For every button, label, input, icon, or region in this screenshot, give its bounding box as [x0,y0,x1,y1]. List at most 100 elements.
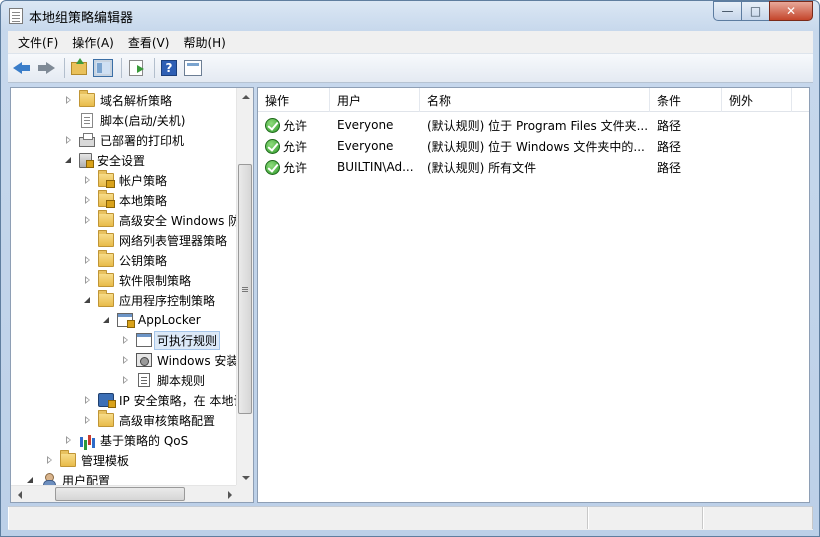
list-row[interactable]: 允许 BUILTIN\Ad... (默认规则) 所有文件 路径 [258,157,809,177]
tree-node-label: 高级安全 Windows 防 [119,213,238,228]
close-button[interactable]: ✕ [769,1,813,21]
action-cell: 允许 [258,138,330,155]
folder-icon [60,450,76,467]
expand-arrow-icon[interactable] [63,135,73,145]
column-header-exception[interactable]: 例外 [722,88,792,112]
tree-node[interactable]: 高级审核策略配置 [82,410,215,430]
tree-node-label: 基于策略的 QoS [100,433,189,448]
allow-check-icon [265,138,280,154]
expand-arrow-icon[interactable] [120,355,130,365]
expand-arrow-icon[interactable] [82,195,92,205]
column-header-name[interactable]: 名称 [420,88,650,112]
expand-arrow-icon[interactable] [82,415,92,425]
expand-arrow-icon[interactable] [63,95,73,105]
tree-node[interactable]: 应用程序控制策略 [82,290,215,310]
back-arrow-icon[interactable] [12,58,32,78]
expand-arrow-icon[interactable] [44,455,54,465]
minimize-button[interactable]: — [713,1,741,21]
folder-icon [98,230,114,247]
tree-node[interactable]: 用户配置 [25,470,110,486]
tree-node[interactable]: 网络列表管理器策略 [82,230,227,250]
tree-node[interactable]: 可执行规则 [120,330,221,350]
collapse-arrow-icon[interactable] [82,295,92,305]
expand-arrow-icon[interactable] [82,215,92,225]
tree-node[interactable]: 域名解析策略 [63,90,172,110]
expand-arrow-icon[interactable] [82,175,92,185]
tree-node[interactable]: 脚本规则 [120,370,205,390]
expand-arrow-icon[interactable] [120,375,130,385]
toolbar-separator [121,58,122,78]
user-cell: BUILTIN\Ad... [337,160,414,174]
expand-arrow-icon[interactable] [82,275,92,285]
tree-vertical-scrollbar[interactable] [236,88,253,486]
folder-icon [98,290,114,307]
expand-arrow-icon[interactable] [63,435,73,445]
applocker-icon [117,313,135,328]
help-icon[interactable]: ? [159,58,179,78]
scroll-thumb[interactable] [238,164,252,414]
maximize-button[interactable]: □ [741,1,769,21]
action-cell: 允许 [258,159,330,176]
up-folder-icon[interactable] [69,57,89,78]
show-hide-tree-icon[interactable] [93,58,113,78]
installer-icon [136,353,152,367]
menu-view[interactable]: 查看(V) [122,32,176,53]
condition-cell: 路径 [657,118,682,133]
condition-cell: 路径 [657,160,682,175]
action-cell: 允许 [258,117,330,134]
tree-node-label: 可执行规则 [154,330,221,350]
tree-node[interactable]: 安全设置 [63,150,145,170]
menu-file[interactable]: 文件(F) [12,32,64,53]
scroll-down-button[interactable] [237,469,253,486]
main-window: 本地组策略编辑器 — □ ✕ 文件(F) 操作(A) 查看(V) 帮助(H) ?… [0,0,820,537]
tree-node-label: 安全设置 [97,153,146,168]
scroll-up-button[interactable] [237,88,253,105]
name-cell: (默认规则) 位于 Program Files 文件夹... [427,118,649,133]
tree-node[interactable]: 已部署的打印机 [63,130,184,150]
tree-node[interactable]: 本地策略 [82,190,167,210]
app-icon [9,8,23,24]
collapse-arrow-icon[interactable] [101,315,111,325]
column-header-condition[interactable]: 条件 [650,88,722,112]
action-text: 允许 [283,118,308,133]
column-header-user[interactable]: 用户 [330,88,420,112]
security-settings-icon [79,152,94,168]
collapse-arrow-icon[interactable] [25,475,35,485]
export-list-icon[interactable] [126,58,146,78]
tree-node[interactable]: 公钥策略 [82,250,167,270]
tree-node-label: Windows 安装 [157,353,238,368]
script-document-icon [81,112,93,128]
forward-arrow-icon[interactable] [36,58,56,78]
scroll-thumb[interactable] [55,487,185,501]
menu-help[interactable]: 帮助(H) [177,32,231,53]
list-row[interactable]: 允许 Everyone (默认规则) 位于 Windows 文件夹中的... 路… [258,136,809,156]
tree-pane: 域名解析策略脚本(启动/关机) 已部署的打印机 安全设置帐户策略本地策略高级安全 W… [10,87,254,503]
title-bar[interactable]: 本地组策略编辑器 — □ ✕ [1,1,819,31]
list-row[interactable]: 允许 Everyone (默认规则) 位于 Program Files 文件夹.… [258,115,809,135]
tree-node[interactable]: Windows 安装 [120,350,238,370]
tree-node-label: 已部署的打印机 [100,133,185,148]
expand-arrow-icon[interactable] [82,255,92,265]
expand-arrow-icon[interactable] [82,395,92,405]
collapse-arrow-icon[interactable] [63,155,73,165]
tree-node[interactable]: 软件限制策略 [82,270,191,290]
menu-action[interactable]: 操作(A) [66,32,120,53]
tree-node[interactable]: 帐户策略 [82,170,167,190]
tree-node[interactable]: 脚本(启动/关机) [63,110,185,130]
tree-node[interactable]: 基于策略的 QoS [63,430,188,450]
scroll-left-button[interactable] [11,486,28,502]
column-header-action[interactable]: 操作 [258,88,330,112]
tree-node[interactable]: IP 安全策略，在 本地计 [82,390,238,410]
tree-node[interactable]: AppLocker [101,310,201,330]
expand-arrow-icon[interactable] [120,335,130,345]
tree-node-label: AppLocker [138,313,201,327]
tree-node[interactable]: 管理模板 [44,450,129,470]
tree-node-label: 脚本(启动/关机) [100,113,186,128]
properties-icon[interactable] [183,58,203,78]
tree-node-label: 帐户策略 [119,173,168,188]
tree-node-label: IP 安全策略，在 本地计 [119,393,238,408]
tree-node[interactable]: 高级安全 Windows 防 [82,210,238,230]
tree-horizontal-scrollbar[interactable] [11,485,238,502]
window-controls: — □ ✕ [713,1,813,21]
tree-node-label: 高级审核策略配置 [119,413,216,428]
